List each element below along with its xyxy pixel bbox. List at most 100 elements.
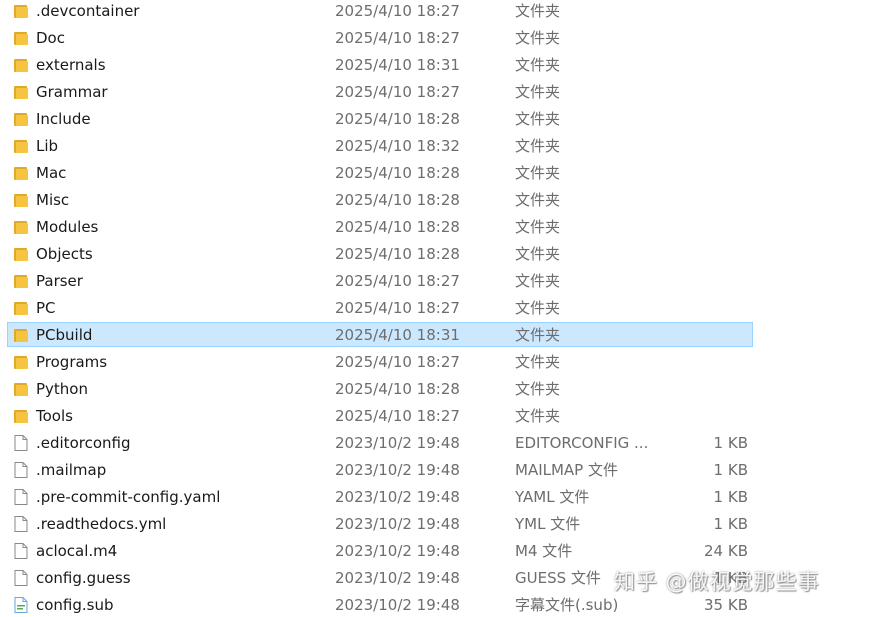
file-date: 2025/4/10 18:28 xyxy=(335,380,460,398)
file-row[interactable]: Doc 2025/4/10 18:27 文件夹 xyxy=(7,25,753,50)
file-date: 2023/10/2 19:48 xyxy=(335,515,460,533)
file-date: 2023/10/2 19:48 xyxy=(335,569,460,587)
file-row[interactable]: Python 2025/4/10 18:28 文件夹 xyxy=(7,376,753,401)
file-name: config.guess xyxy=(36,569,131,587)
file-icon xyxy=(14,570,28,586)
file-type: 文件夹 xyxy=(515,2,561,20)
file-type: 文件夹 xyxy=(515,407,561,425)
file-name: .mailmap xyxy=(36,461,107,479)
file-icon xyxy=(14,516,28,532)
file-name: Modules xyxy=(36,218,99,236)
file-row[interactable]: Mac 2025/4/10 18:28 文件夹 xyxy=(7,160,753,185)
file-date: 2025/4/10 18:27 xyxy=(335,29,460,47)
folder-icon xyxy=(14,300,28,316)
file-type: 字幕文件(.sub) xyxy=(515,596,619,614)
file-name: .editorconfig xyxy=(36,434,131,452)
file-icon xyxy=(14,435,28,451)
file-row[interactable]: externals 2025/4/10 18:31 文件夹 xyxy=(7,52,753,77)
file-type: YAML 文件 xyxy=(515,488,590,506)
file-row[interactable]: Misc 2025/4/10 18:28 文件夹 xyxy=(7,187,753,212)
file-date: 2025/4/10 18:28 xyxy=(335,191,460,209)
file-type: 文件夹 xyxy=(515,191,561,209)
file-date: 2025/4/10 18:27 xyxy=(335,407,460,425)
folder-icon xyxy=(14,381,28,397)
file-icon xyxy=(14,489,28,505)
file-type: 文件夹 xyxy=(515,137,561,155)
file-date: 2023/10/2 19:48 xyxy=(335,434,460,452)
file-icon xyxy=(14,462,28,478)
file-date: 2025/4/10 18:32 xyxy=(335,137,460,155)
file-row[interactable]: Objects 2025/4/10 18:28 文件夹 xyxy=(7,241,753,266)
file-size: 1 KB xyxy=(713,515,748,533)
file-row[interactable]: Tools 2025/4/10 18:27 文件夹 xyxy=(7,403,753,428)
subtitle-file-icon xyxy=(14,597,28,613)
file-type: 文件夹 xyxy=(515,218,561,236)
file-row[interactable]: PCbuild 2025/4/10 18:31 文件夹 xyxy=(7,322,753,347)
file-size: 24 KB xyxy=(704,542,748,560)
file-date: 2023/10/2 19:48 xyxy=(335,488,460,506)
file-row[interactable]: .readthedocs.yml 2023/10/2 19:48 YML 文件 1 K… xyxy=(7,511,753,536)
file-type: YML 文件 xyxy=(515,515,581,533)
file-size: 1 KB xyxy=(713,461,748,479)
file-type: M4 文件 xyxy=(515,542,573,560)
file-row[interactable]: PC 2025/4/10 18:27 文件夹 xyxy=(7,295,753,320)
file-date: 2023/10/2 19:48 xyxy=(335,461,460,479)
file-row[interactable]: Lib 2025/4/10 18:32 文件夹 xyxy=(7,133,753,158)
file-type: 文件夹 xyxy=(515,83,561,101)
file-type: 文件夹 xyxy=(515,326,561,344)
folder-icon xyxy=(14,57,28,73)
file-name: externals xyxy=(36,56,106,74)
file-type: 文件夹 xyxy=(515,164,561,182)
file-name: Objects xyxy=(36,245,93,263)
file-row[interactable]: .mailmap 2023/10/2 19:48 MAILMAP 文件 1 KB xyxy=(7,457,753,482)
file-date: 2025/4/10 18:28 xyxy=(335,110,460,128)
file-name: config.sub xyxy=(36,596,114,614)
file-name: PCbuild xyxy=(36,326,93,344)
file-row[interactable]: .pre-commit-config.yaml 2023/10/2 19:48 YA… xyxy=(7,484,753,509)
file-row[interactable]: Grammar 2025/4/10 18:27 文件夹 xyxy=(7,79,753,104)
file-row[interactable]: .editorconfig 2023/10/2 19:48 EDITORCONFIG… xyxy=(7,430,753,455)
file-date: 2025/4/10 18:27 xyxy=(335,353,460,371)
file-date: 2025/4/10 18:31 xyxy=(335,56,460,74)
file-row[interactable]: Include 2025/4/10 18:28 文件夹 xyxy=(7,106,753,131)
file-icon xyxy=(14,543,28,559)
file-name: Programs xyxy=(36,353,108,371)
folder-icon xyxy=(14,111,28,127)
file-row[interactable]: Programs 2025/4/10 18:27 文件夹 xyxy=(7,349,753,374)
file-type: GUESS 文件 xyxy=(515,569,601,587)
file-date: 2025/4/10 18:27 xyxy=(335,2,460,20)
file-name: Parser xyxy=(36,272,83,290)
file-size: 35 KB xyxy=(704,596,748,614)
file-date: 2023/10/2 19:48 xyxy=(335,542,460,560)
folder-icon xyxy=(14,84,28,100)
file-date: 2025/4/10 18:27 xyxy=(335,299,460,317)
file-type: 文件夹 xyxy=(515,245,561,263)
file-type: 文件夹 xyxy=(515,353,561,371)
file-date: 2025/4/10 18:27 xyxy=(335,83,460,101)
folder-icon xyxy=(14,165,28,181)
file-name: Doc xyxy=(36,29,65,47)
file-name: Misc xyxy=(36,191,70,209)
file-row[interactable]: aclocal.m4 2023/10/2 19:48 M4 文件 24 KB xyxy=(7,538,753,563)
file-row[interactable]: Modules 2025/4/10 18:28 文件夹 xyxy=(7,214,753,239)
file-type: 文件夹 xyxy=(515,272,561,290)
file-date: 2023/10/2 19:48 xyxy=(335,596,460,614)
watermark: 知乎 @做视觉那些事 xyxy=(614,570,820,594)
file-row[interactable]: Parser 2025/4/10 18:27 文件夹 xyxy=(7,268,753,293)
file-name: aclocal.m4 xyxy=(36,542,118,560)
file-name: Lib xyxy=(36,137,59,155)
file-name: Mac xyxy=(36,164,67,182)
file-date: 2025/4/10 18:28 xyxy=(335,164,460,182)
file-date: 2025/4/10 18:28 xyxy=(335,218,460,236)
file-name: Python xyxy=(36,380,88,398)
file-name: Tools xyxy=(36,407,73,425)
file-list: .devcontainer 2025/4/10 18:27 文件夹 Doc 2025/4… xyxy=(0,0,873,614)
file-type: 文件夹 xyxy=(515,29,561,47)
file-type: EDITORCONFIG ... xyxy=(515,434,649,452)
file-type: 文件夹 xyxy=(515,110,561,128)
file-name: .pre-commit-config.yaml xyxy=(36,488,221,506)
file-type: 文件夹 xyxy=(515,299,561,317)
file-type: 文件夹 xyxy=(515,380,561,398)
folder-icon xyxy=(14,354,28,370)
file-row[interactable]: .devcontainer 2025/4/10 18:27 文件夹 xyxy=(7,0,753,23)
